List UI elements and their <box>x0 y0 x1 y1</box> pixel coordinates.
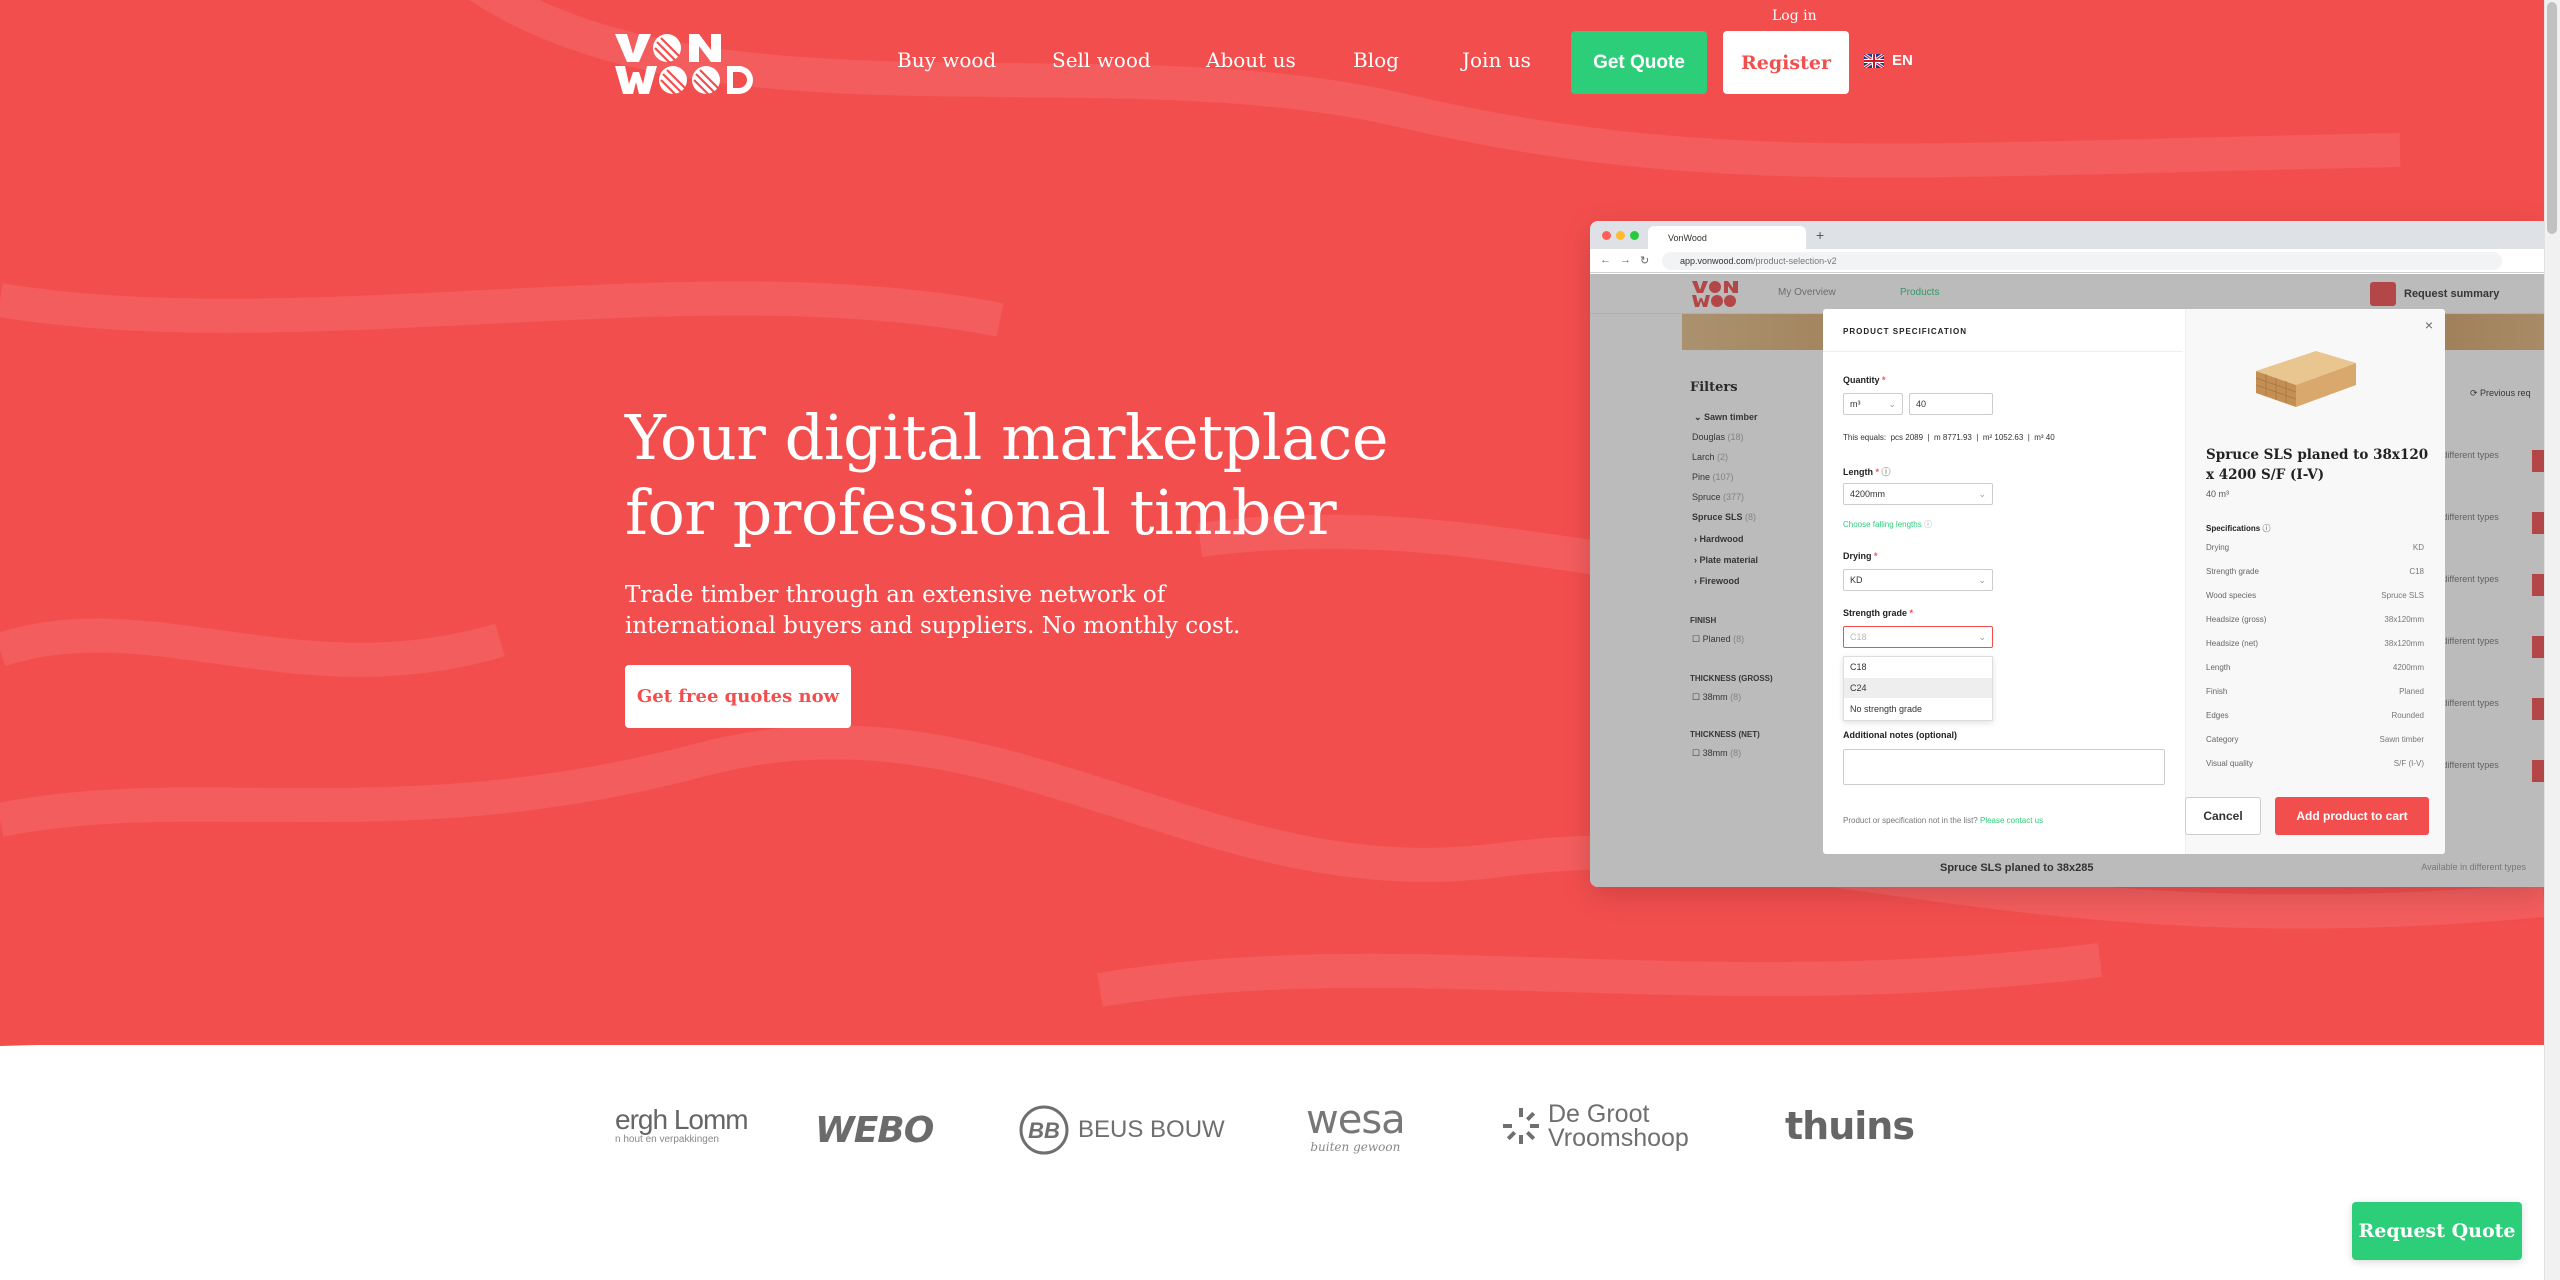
bottom-product-title: Spruce SLS planed to 38x285 <box>1940 862 2094 874</box>
reload-icon: ↻ <box>1640 255 1650 267</box>
modal-cancel-button: Cancel <box>2185 797 2261 835</box>
hero-subline: Trade timber through an extensive networ… <box>625 582 1241 639</box>
register-button[interactable]: Register <box>1723 31 1849 94</box>
request-quote-button[interactable]: Request Quote <box>2352 1202 2522 1260</box>
spec-row: Category Sawn timber <box>2206 735 2424 744</box>
partner-logo-webo: WEBO <box>815 1110 934 1151</box>
product-title: Spruce SLS planed to 38x120 x 4200 S/F (… <box>2206 447 2429 483</box>
forward-arrow-icon: → <box>1620 254 1631 266</box>
maximize-dot-icon <box>1630 231 1639 240</box>
close-icon: × <box>2424 317 2433 333</box>
length-select: 4200mm ⌄ <box>1843 483 1993 505</box>
minimize-dot-icon <box>1616 231 1625 240</box>
modal-title: PRODUCT SPECIFICATION <box>1843 327 1967 336</box>
url-bar: app.vonwood.com/product-selection-v2 <box>1662 252 2502 270</box>
login-link[interactable]: Log in <box>1772 8 1817 24</box>
uk-flag-icon <box>1864 53 1884 68</box>
product-spec-modal: PRODUCT SPECIFICATION Quantity * m³ ⌄ 40 … <box>1823 309 2445 854</box>
back-arrow-icon: ← <box>1600 254 1611 266</box>
drying-label: Drying * <box>1843 551 1878 561</box>
spec-row: Wood species Spruce SLS <box>2206 591 2424 600</box>
product-quantity: 40 m³ <box>2206 489 2230 499</box>
spec-row: Visual quality S/F (I-V) <box>2206 759 2424 768</box>
spec-row: Strength grade C18 <box>2206 567 2424 576</box>
strength-option: No strength grade <box>1850 704 1923 714</box>
notes-label: Additional notes (optional) <box>1843 730 1957 740</box>
strength-grade-label: Strength grade * <box>1843 608 1914 618</box>
strength-option: C24 <box>1844 678 1992 698</box>
length-label: Length * ⓘ <box>1843 467 1891 477</box>
partner-logo-wesa: wesa buiten gewoon <box>1306 1097 1406 1154</box>
spec-row: Finish Planed <box>2206 687 2424 696</box>
spec-row: Edges Rounded <box>2206 711 2424 720</box>
spec-row: Drying KD <box>2206 543 2424 552</box>
spec-row: Headsize (net) 38x120mm <box>2206 639 2424 648</box>
quantity-input: 40 <box>1909 393 1993 415</box>
language-switcher[interactable]: EN <box>1864 52 1913 69</box>
partner-logo-de-groot: De Groot Vroomshoop <box>1502 1102 1718 1151</box>
partner-logo-lomm: ergh Lomm n hout en verpakkingen <box>615 1104 749 1145</box>
main-nav: Buy wood Sell wood About us Blog Join us <box>0 48 2544 78</box>
quantity-label: Quantity * <box>1843 375 1886 385</box>
hero-bottom-wave <box>0 1020 2544 1046</box>
modal-divider <box>1823 351 2183 352</box>
nav-join-us[interactable]: Join us <box>1462 48 1531 72</box>
partner-logo-beus-bouw: BB BEUS BOUW <box>1018 1104 1225 1156</box>
browser-url-row: ← → ↻ app.vonwood.com/product-selection-… <box>1590 249 2544 273</box>
notes-textarea <box>1843 749 2165 785</box>
de-groot-emblem-icon <box>1503 1108 1539 1144</box>
partner-logos: ergh Lomm n hout en verpakkingen WEBO BB… <box>0 1080 2544 1200</box>
hero-headline: Your digital marketplace for professiona… <box>625 401 1389 549</box>
drying-select: KD ⌄ <box>1843 569 1993 591</box>
app-screenshot: VonWood + ← → ↻ app.vonwood.com/product-… <box>1590 221 2544 887</box>
browser-tab: VonWood <box>1648 226 1806 249</box>
nav-blog[interactable]: Blog <box>1353 48 1399 72</box>
bottom-product-availability: Available in different types <box>2421 862 2526 872</box>
nav-sell-wood[interactable]: Sell wood <box>1052 48 1151 72</box>
modal-product-summary: × Spruce SLS planed to 38x120 x 4200 S/F… <box>2185 309 2445 854</box>
strength-grade-dropdown: C18 C24 No strength grade <box>1843 656 1993 721</box>
spec-row: Length 4200mm <box>2206 663 2424 672</box>
specifications-heading: Specifications ⓘ <box>2206 524 2271 533</box>
nav-about-us[interactable]: About us <box>1206 48 1296 72</box>
language-label: EN <box>1892 52 1913 69</box>
scrollbar-thumb[interactable] <box>2547 2 2557 234</box>
beus-bouw-emblem-icon: BB <box>1019 1105 1069 1155</box>
modal-form: PRODUCT SPECIFICATION Quantity * m³ ⌄ 40 … <box>1823 309 2183 854</box>
partner-logo-thuins: thuins <box>1785 1104 1915 1148</box>
quantity-unit-select: m³ ⌄ <box>1843 393 1903 415</box>
nav-buy-wood[interactable]: Buy wood <box>897 48 996 72</box>
new-tab-icon: + <box>1816 227 1825 243</box>
strength-grade-select: C18 ⌄ <box>1843 626 1993 648</box>
close-dot-icon <box>1602 231 1611 240</box>
timber-stack-image <box>2255 351 2356 407</box>
svg-text:BB: BB <box>1028 1118 1060 1143</box>
strength-option: C18 <box>1850 662 1867 672</box>
add-to-cart-button: Add product to cart <box>2275 797 2429 835</box>
page-scrollbar[interactable] <box>2544 0 2560 1280</box>
modal-footer-text: Product or specification not in the list… <box>1843 816 2044 825</box>
equals-row: This equals: pcs 2089 | m 8771.93 | m² 1… <box>1843 433 2055 442</box>
get-free-quotes-button[interactable]: Get free quotes now <box>625 665 851 728</box>
hero-section: Log in Buy wood Sell wood About us Blog … <box>0 0 2544 1045</box>
spec-row: Headsize (gross) 38x120mm <box>2206 615 2424 624</box>
app-body: My Overview Products Request summary Fil… <box>1590 274 2544 887</box>
get-quote-button[interactable]: Get Quote <box>1571 31 1707 94</box>
browser-tab-strip: VonWood + <box>1590 221 2544 249</box>
falling-lengths-link: Choose falling lengths ⓘ <box>1843 520 1932 529</box>
